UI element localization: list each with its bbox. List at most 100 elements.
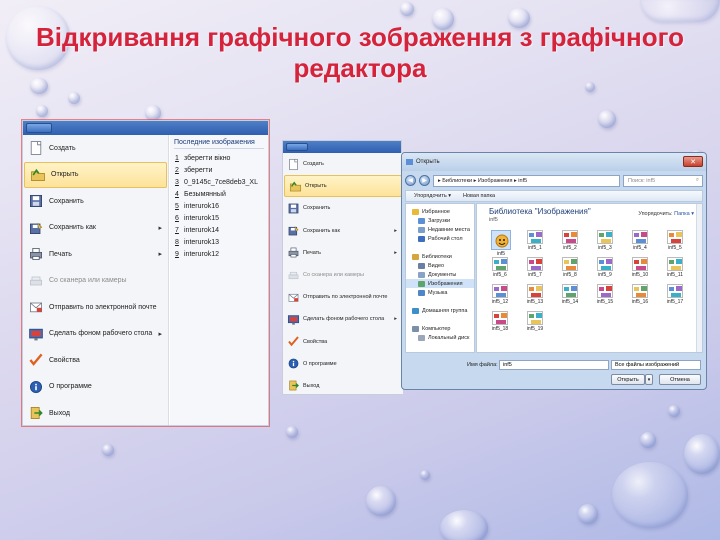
- menu-item-email[interactable]: Отправить по электронной почте: [23, 294, 168, 321]
- nav-item[interactable]: Компьютер: [406, 324, 474, 333]
- navigation-pane: Избранное Загрузки Недавние места Рабочий с…: [405, 203, 475, 353]
- menu-item-label: О программе: [49, 383, 92, 391]
- menu-item-info[interactable]: О программе: [23, 374, 168, 401]
- open-button[interactable]: Открыть: [611, 374, 645, 385]
- file-thumbnail[interactable]: inf5_17: [664, 284, 686, 305]
- nav-item[interactable]: Документы: [406, 270, 474, 279]
- menu-item-info[interactable]: О программе: [283, 353, 403, 375]
- file-thumbnail[interactable]: inf5_2: [559, 230, 581, 251]
- recent-image-item[interactable]: 6 interurok15: [170, 212, 268, 224]
- checkmark-icon: [23, 347, 49, 374]
- folder-icon: [418, 334, 425, 341]
- file-thumbnail[interactable]: inf5: [489, 230, 513, 257]
- file-thumbnail[interactable]: inf5_8: [559, 257, 581, 278]
- close-button[interactable]: ✕: [683, 156, 703, 167]
- menu-item-printer[interactable]: Печать ▸: [283, 242, 403, 264]
- menu-item-desktop-background[interactable]: Сделать фоном рабочего стола ▸: [23, 321, 168, 348]
- file-thumbnail[interactable]: inf5_6: [489, 257, 511, 278]
- menu-item-label: Создать: [49, 144, 76, 152]
- folder-icon: [412, 325, 419, 332]
- recent-image-item[interactable]: 4 Безымянный: [170, 188, 268, 200]
- scrollbar[interactable]: [696, 204, 702, 352]
- recent-image-item[interactable]: 5 interurok16: [170, 200, 268, 212]
- menu-item-exit[interactable]: Выход: [23, 400, 168, 427]
- recent-image-name: зберегти вікно: [184, 154, 231, 162]
- menu-item-label: Сохранить: [49, 197, 84, 205]
- nav-item-label: Избранное: [422, 208, 450, 215]
- file-thumbnail[interactable]: inf5_4: [629, 230, 651, 251]
- recent-image-item[interactable]: 9 interurok12: [170, 248, 268, 260]
- menu-item-desktop-background[interactable]: Сделать фоном рабочего стола ▸: [283, 308, 403, 330]
- paint-menu-button-bar: [23, 121, 268, 135]
- paint-menu-button[interactable]: [26, 123, 52, 133]
- info-icon: [283, 353, 303, 375]
- file-thumbnail[interactable]: inf5_7: [524, 257, 546, 278]
- desktop-background-icon: [23, 321, 49, 348]
- file-thumbnail[interactable]: inf5_9: [594, 257, 616, 278]
- menu-item-save[interactable]: Сохранить: [283, 197, 403, 219]
- file-name: inf5_14: [561, 299, 579, 305]
- file-name-input[interactable]: inf5: [499, 360, 609, 370]
- recent-image-item[interactable]: 8 interurok13: [170, 236, 268, 248]
- nav-item[interactable]: Избранное: [406, 207, 474, 216]
- recent-image-item[interactable]: 7 interurok14: [170, 224, 268, 236]
- nav-item[interactable]: Музыка: [406, 288, 474, 297]
- menu-item-label: Выход: [49, 409, 70, 417]
- arrange-value[interactable]: Папка ▾: [674, 211, 694, 217]
- menu-item-save-as[interactable]: Сохранить как ▸: [23, 215, 168, 242]
- submenu-arrow-icon: ▸: [394, 316, 397, 323]
- folder-icon: [418, 217, 425, 224]
- menu-item-email[interactable]: Отправить по электронной почте: [283, 286, 403, 308]
- file-thumbnail[interactable]: inf5_14: [559, 284, 581, 305]
- file-thumbnail[interactable]: inf5_5: [664, 230, 686, 251]
- file-type-select[interactable]: Все файлы изображений: [611, 360, 701, 370]
- recent-image-item[interactable]: 3 0_9145c_7ce8deb3_XL: [170, 176, 268, 188]
- address-bar[interactable]: ▸ Библиотеки ▸ Изображения ▸ inf5: [433, 174, 620, 187]
- file-thumbnail[interactable]: inf5_3: [594, 230, 616, 251]
- menu-item-checkmark[interactable]: Свойства: [283, 331, 403, 353]
- menu-item-save-as[interactable]: Сохранить как ▸: [283, 220, 403, 242]
- image-preview-icon: [527, 257, 543, 271]
- image-preview-icon: [492, 311, 508, 325]
- menu-item-open-folder[interactable]: Открыть: [24, 161, 167, 188]
- menu-item-label: Свойства: [303, 338, 328, 345]
- menu-item-open-folder[interactable]: Открыть: [284, 175, 402, 198]
- menu-item-checkmark[interactable]: Свойства: [23, 347, 168, 374]
- file-thumbnail[interactable]: inf5_19: [524, 311, 546, 332]
- organize-button[interactable]: Упорядочить ▾: [414, 193, 451, 199]
- search-input[interactable]: Поиск: inf5 ⌕: [623, 174, 703, 187]
- menu-item-exit[interactable]: Выход: [283, 375, 403, 397]
- nav-item[interactable]: Домашняя группа: [406, 306, 474, 315]
- recent-image-item[interactable]: 1 зберегти вікно: [170, 152, 268, 164]
- nav-item[interactable]: Изображения: [406, 279, 474, 288]
- paint-menu-button[interactable]: [286, 143, 308, 151]
- menu-item-save[interactable]: Сохранить: [23, 188, 168, 215]
- recent-image-item[interactable]: 2 зберегти: [170, 164, 268, 176]
- file-thumbnail[interactable]: inf5_1: [524, 230, 546, 251]
- menu-item-printer[interactable]: Печать ▸: [23, 241, 168, 268]
- new-folder-button[interactable]: Новая папка: [463, 193, 495, 199]
- nav-item[interactable]: Рабочий стол: [406, 234, 474, 243]
- nav-item[interactable]: Недавние места: [406, 225, 474, 234]
- menu-item-new-file[interactable]: Создать: [23, 135, 168, 162]
- file-thumbnail[interactable]: inf5_18: [489, 311, 511, 332]
- nav-item[interactable]: Загрузки: [406, 216, 474, 225]
- open-dropdown-arrow[interactable]: ▾: [645, 374, 653, 385]
- search-icon: ⌕: [695, 177, 699, 183]
- file-name: inf5_16: [631, 299, 649, 305]
- file-thumbnail[interactable]: inf5_11: [664, 257, 686, 278]
- file-thumbnail[interactable]: inf5_13: [524, 284, 546, 305]
- nav-item[interactable]: Локальный диск: [406, 333, 474, 342]
- file-thumbnail[interactable]: inf5_15: [594, 284, 616, 305]
- menu-item-new-file[interactable]: Создать: [283, 153, 403, 175]
- file-thumbnail[interactable]: inf5_10: [629, 257, 651, 278]
- submenu-arrow-icon: ▸: [158, 330, 162, 338]
- forward-arrow-icon[interactable]: ▶: [419, 175, 430, 186]
- file-thumbnail[interactable]: inf5_12: [489, 284, 511, 305]
- file-thumbnail[interactable]: inf5_16: [629, 284, 651, 305]
- back-arrow-icon[interactable]: ◀: [405, 175, 416, 186]
- nav-item[interactable]: Видео: [406, 261, 474, 270]
- submenu-arrow-icon: ▸: [394, 227, 397, 234]
- nav-item[interactable]: Библиотеки: [406, 252, 474, 261]
- cancel-button[interactable]: Отмена: [659, 374, 701, 385]
